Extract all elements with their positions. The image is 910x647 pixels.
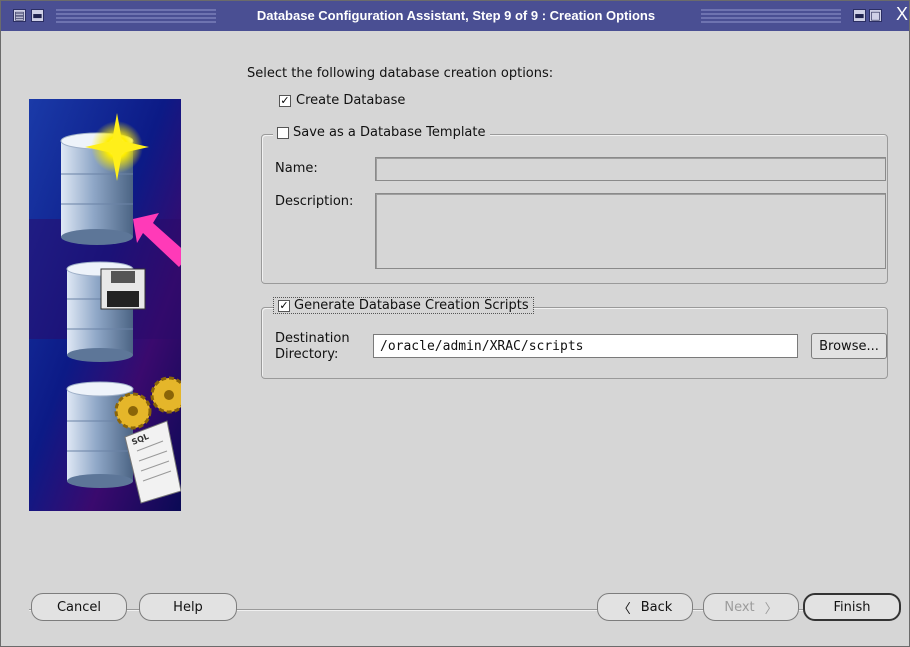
minimize-icon[interactable]: ▬	[853, 9, 866, 22]
template-description-field[interactable]	[375, 193, 886, 269]
create-database-label: Create Database	[296, 93, 406, 108]
create-database-option[interactable]: ✓ Create Database	[279, 93, 405, 108]
next-button-label: Next	[724, 599, 755, 615]
back-arrow-icon: 〈	[617, 601, 631, 617]
browse-button[interactable]: Browse...	[811, 333, 887, 359]
next-arrow-icon: 〉	[764, 601, 778, 617]
name-label: Name:	[275, 161, 318, 176]
close-icon[interactable]: X	[896, 4, 908, 25]
title-bar[interactable]: ▤ ▬ Database Configuration Assistant, St…	[1, 1, 909, 31]
instruction-text: Select the following database creation o…	[247, 66, 554, 81]
generate-scripts-checkbox[interactable]: ✓	[278, 299, 290, 312]
destination-label-line2: Directory:	[275, 347, 339, 362]
create-database-checkbox[interactable]: ✓	[279, 94, 291, 107]
save-template-checkbox[interactable]	[277, 126, 289, 139]
dbca-window: ▤ ▬ Database Configuration Assistant, St…	[0, 0, 910, 647]
generate-scripts-label: Generate Database Creation Scripts	[294, 298, 529, 313]
save-template-label: Save as a Database Template	[293, 125, 486, 140]
template-name-field[interactable]	[375, 157, 886, 181]
destination-directory-label: Destination Directory:	[275, 331, 350, 363]
scripts-group-legend[interactable]: ✓ Generate Database Creation Scripts	[273, 297, 534, 314]
back-button-label: Back	[640, 599, 673, 615]
floppy-disk-icon	[100, 268, 146, 310]
description-label: Description:	[275, 194, 354, 209]
template-group-legend[interactable]: Save as a Database Template	[273, 125, 490, 140]
maximize-icon[interactable]: □	[869, 9, 882, 22]
next-button[interactable]: Next 〉	[703, 593, 799, 621]
dialog-body: SQL Select the following database creati…	[11, 31, 909, 646]
wizard-illustration: SQL	[29, 99, 181, 511]
finish-button[interactable]: Finish	[803, 593, 901, 621]
cancel-button[interactable]: Cancel	[31, 593, 127, 621]
destination-label-line1: Destination	[275, 331, 350, 346]
window-title: Database Configuration Assistant, Step 9…	[1, 1, 909, 31]
back-button[interactable]: 〈 Back	[597, 593, 693, 621]
help-button[interactable]: Help	[139, 593, 237, 621]
destination-directory-input[interactable]	[373, 334, 798, 358]
